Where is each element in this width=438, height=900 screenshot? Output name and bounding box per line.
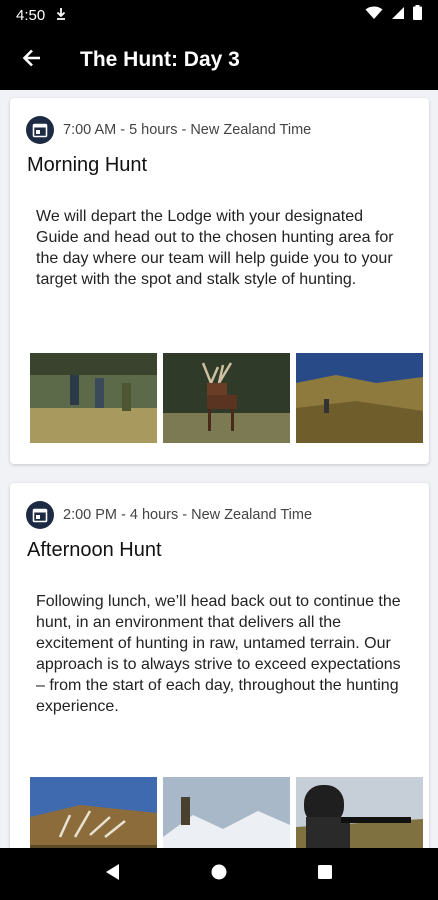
nav-recents-button[interactable] [305,854,345,894]
status-time: 4:50 [16,6,46,24]
schedule-title: Morning Hunt [27,154,148,176]
schedule-card-afternoon: 2:00 PM - 4 hours - New Zealand Time Aft… [10,483,429,848]
schedule-meta: 7:00 AM - 5 hours - New Zealand Time [26,116,311,144]
calendar-icon [26,501,54,529]
status-icons [365,5,422,25]
schedule-description: We will depart the Lodge with your desig… [36,208,394,288]
system-nav-bar [0,848,438,900]
nav-home-button[interactable] [199,854,239,894]
battery-icon [413,5,422,25]
nav-back-icon [105,863,121,886]
photo-strip [30,777,423,848]
mountain-hunters-photo[interactable] [163,777,290,848]
schedule-meta: 2:00 PM - 4 hours - New Zealand Time [26,501,312,529]
schedule-time: 7:00 AM - 5 hours - New Zealand Time [63,122,312,138]
nav-home-icon [211,864,227,885]
hunters-walking-photo[interactable] [30,353,157,443]
page-title: The Hunt: Day 3 [80,48,240,71]
schedule-title: Afternoon Hunt [27,539,162,561]
schedule-time: 2:00 PM - 4 hours - New Zealand Time [63,507,313,523]
schedule-card-morning: 7:00 AM - 5 hours - New Zealand Time Mor… [10,98,429,464]
hillside-hunter-photo[interactable] [296,353,423,443]
back-button[interactable] [0,30,64,90]
app-bar: The Hunt: Day 3 [0,30,438,90]
calendar-icon [26,116,54,144]
schedule-list[interactable]: 7:00 AM - 5 hours - New Zealand Time Mor… [0,90,438,848]
signal-icon [391,6,405,25]
rifle-scope-photo[interactable] [296,777,423,848]
download-icon [55,7,67,24]
wifi-icon [365,6,383,25]
nav-back-button[interactable] [93,854,133,894]
status-bar: 4:50 [0,0,438,30]
schedule-description: Following lunch, we’ll head back out to … [36,593,401,715]
arrow-back-icon [22,48,42,73]
red-stag-photo[interactable] [163,353,290,443]
antlers-landscape-photo[interactable] [30,777,157,848]
photo-strip [30,353,423,443]
nav-recents-icon [317,864,333,885]
